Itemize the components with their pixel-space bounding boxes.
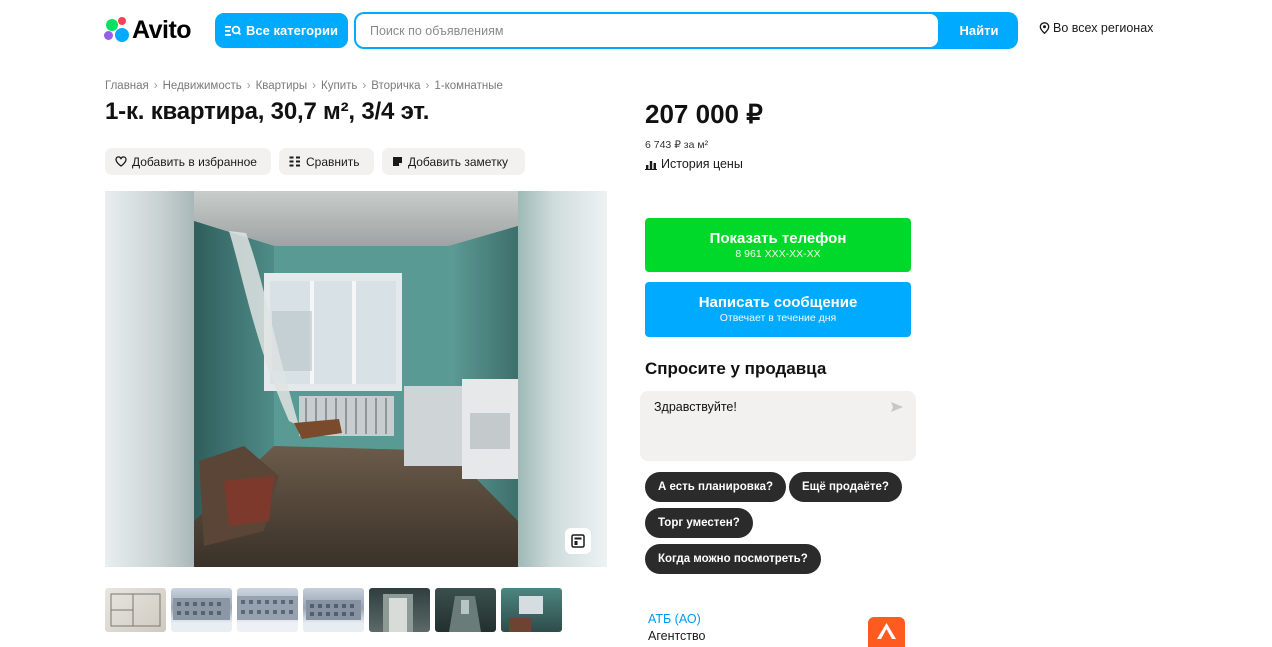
room-thumbnail-image — [509, 596, 543, 632]
entrance-thumbnail-image — [383, 594, 413, 632]
show-phone-label: Показать телефон — [709, 229, 847, 247]
region-label: Во всех регионах — [1053, 21, 1154, 35]
show-phone-button[interactable]: Показать телефон 8 961 XXX-XX-XX — [645, 218, 911, 272]
photo-blur-left — [105, 191, 194, 567]
room-photo — [194, 191, 518, 567]
ask-seller-input[interactable]: Здравствуйте! — [640, 391, 916, 461]
search-input[interactable] — [356, 14, 938, 47]
search-button[interactable]: Найти — [940, 12, 1018, 49]
ask-seller-text: Здравствуйте! — [654, 400, 737, 414]
photo-thumbnails — [105, 588, 562, 632]
add-note-button[interactable]: Добавить заметку — [382, 148, 525, 175]
write-message-label: Написать сообщение — [698, 294, 858, 311]
seller-name-link[interactable]: АТБ (АО) — [648, 612, 701, 626]
favorites-label: Добавить в избранное — [132, 154, 257, 169]
add-to-favorites-button[interactable]: Добавить в избранное — [105, 148, 271, 175]
compare-button[interactable]: Сравнить — [279, 148, 374, 175]
phone-number-masked: 8 961 XXX-XX-XX — [735, 247, 821, 260]
compare-icon — [289, 156, 300, 167]
response-time-label: Отвечает в течение дня — [719, 312, 837, 324]
page-title: 1-к. квартира, 30,7 м², 3/4 эт. — [105, 98, 430, 125]
building-thumbnail-image — [306, 600, 361, 620]
avito-logo-icon — [104, 17, 130, 43]
search-bar: Найти — [354, 12, 1018, 49]
breadcrumb-separator: › — [153, 80, 158, 92]
room-image — [194, 191, 518, 567]
breadcrumb-separator: › — [425, 80, 430, 92]
floorplan-thumbnail-image — [110, 593, 161, 627]
breadcrumb-item[interactable]: 1-комнатные — [434, 80, 502, 92]
building-thumbnail-image — [173, 598, 230, 620]
thumbnail[interactable] — [237, 588, 298, 632]
breadcrumb-item[interactable]: Недвижимость — [163, 80, 242, 92]
hallway-thumbnail-image — [449, 596, 481, 632]
breadcrumb-separator: › — [246, 80, 251, 92]
logo-text: Avito — [132, 15, 192, 44]
category-search-icon — [225, 25, 242, 36]
seller-type: Агентство — [648, 629, 706, 643]
price-value: 207 000 ₽ — [645, 99, 763, 129]
breadcrumb-item[interactable]: Купить — [321, 80, 357, 92]
price-history-label: История цены — [661, 157, 743, 171]
breadcrumb-separator: › — [362, 80, 367, 92]
all-categories-label: Все категории — [246, 23, 338, 38]
compare-label: Сравнить — [306, 154, 360, 169]
region-selector[interactable]: Во всех регионах — [1039, 21, 1153, 35]
gallery-icon — [571, 534, 585, 548]
note-label: Добавить заметку — [408, 154, 508, 169]
ask-seller-title: Спросите у продавца — [645, 359, 827, 378]
send-icon[interactable] — [890, 401, 904, 413]
main-photo[interactable] — [105, 191, 607, 567]
avito-logo[interactable]: Avito — [104, 14, 192, 46]
location-pin-icon — [1039, 22, 1050, 34]
thumbnail[interactable] — [171, 588, 232, 632]
breadcrumb-separator: › — [312, 80, 317, 92]
quick-question-chip[interactable]: Ещё продаёте? — [789, 472, 902, 502]
thumbnail[interactable] — [369, 588, 430, 632]
gallery-button[interactable] — [565, 528, 591, 554]
quick-question-chip[interactable]: А есть планировка? — [645, 472, 786, 502]
thumbnail[interactable] — [501, 588, 562, 632]
thumbnail[interactable] — [435, 588, 496, 632]
price-history-link[interactable]: История цены — [645, 157, 743, 171]
quick-question-chip[interactable]: Торг уместен? — [645, 508, 753, 538]
seller-logo[interactable] — [868, 617, 905, 647]
breadcrumb: Главная › Недвижимость › Квартиры › Купить ›… — [105, 80, 503, 92]
thumbnail[interactable] — [303, 588, 364, 632]
thumbnail[interactable] — [105, 588, 166, 632]
photo-blur-right — [518, 191, 607, 567]
breadcrumb-item[interactable]: Главная — [105, 80, 149, 92]
breadcrumb-item[interactable]: Квартиры — [256, 80, 308, 92]
heart-icon — [115, 156, 127, 167]
price-per-meter: 6 743 ₽ за м² — [645, 139, 709, 151]
quick-question-chip[interactable]: Когда можно посмотреть? — [645, 544, 821, 574]
building-thumbnail-image — [237, 596, 298, 620]
note-icon — [393, 157, 402, 166]
write-message-button[interactable]: Написать сообщение Отвечает в течение дн… — [645, 282, 911, 337]
breadcrumb-item[interactable]: Вторичка — [371, 80, 420, 92]
chart-icon — [645, 160, 657, 170]
all-categories-button[interactable]: Все категории — [215, 13, 348, 48]
seller-logo-icon — [877, 623, 896, 639]
